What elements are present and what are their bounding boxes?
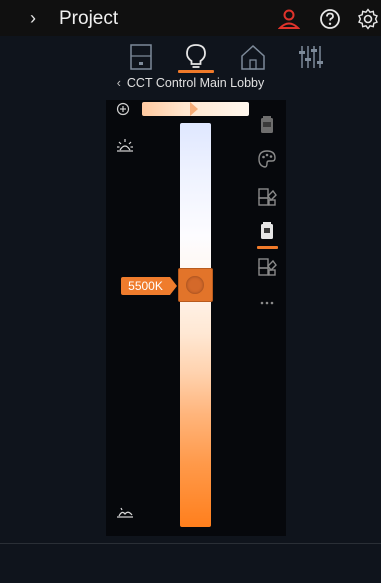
active-tab-indicator — [178, 70, 214, 73]
active-side-tool-indicator — [257, 246, 278, 249]
top-bar: › Project — [0, 0, 381, 36]
palette-icon[interactable] — [256, 148, 278, 170]
tab-bar — [0, 36, 381, 76]
bulb-icon[interactable] — [181, 42, 211, 72]
scene-grid-icon[interactable] — [256, 256, 278, 278]
cool-sun-icon — [117, 139, 133, 152]
settings-icon[interactable] — [357, 8, 379, 30]
device-icon[interactable] — [126, 42, 156, 72]
swatch-marker-icon — [190, 102, 198, 116]
house-icon[interactable] — [238, 42, 268, 72]
warm-sunset-icon — [117, 507, 133, 518]
back-chevron-icon[interactable]: ‹ — [117, 76, 121, 90]
cct-slider-track[interactable] — [180, 123, 211, 527]
scene-icon[interactable] — [256, 186, 278, 208]
help-icon[interactable] — [319, 8, 341, 30]
breadcrumb[interactable]: ‹ CCT Control Main Lobby — [0, 76, 381, 96]
breadcrumb-label: CCT Control Main Lobby — [126, 76, 265, 90]
zoom-in-icon[interactable] — [116, 102, 130, 116]
user-icon[interactable] — [278, 8, 300, 30]
more-icon[interactable] — [256, 292, 278, 314]
cct-value-badge: 5500K — [121, 277, 170, 295]
page-title: Project — [59, 8, 119, 29]
usb-fixture-icon[interactable] — [256, 220, 278, 242]
slider-handle-grip — [186, 276, 204, 294]
bottom-divider — [0, 543, 381, 544]
fixture-icon[interactable] — [256, 114, 278, 136]
expand-chevron-icon[interactable]: › — [30, 8, 36, 29]
sliders-icon[interactable] — [296, 42, 326, 72]
badge-pointer — [170, 277, 177, 295]
